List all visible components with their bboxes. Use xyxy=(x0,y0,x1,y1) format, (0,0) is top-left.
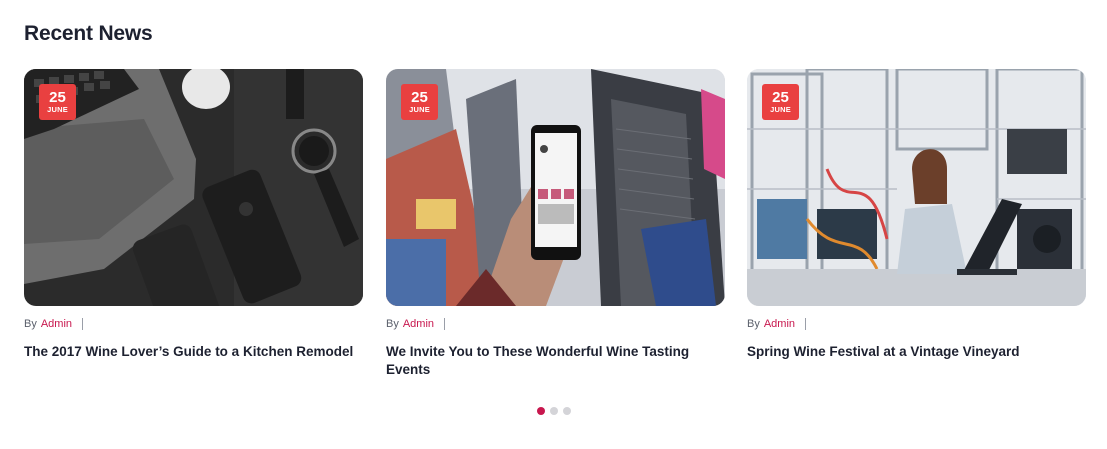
meta-divider xyxy=(444,318,446,330)
post-title-link[interactable]: We Invite You to These Wonderful Wine Ta… xyxy=(386,343,716,378)
date-badge: 25 JUNE xyxy=(401,84,438,120)
pagination-dot-2[interactable] xyxy=(550,407,558,415)
date-day: 25 xyxy=(772,88,789,106)
date-month: JUNE xyxy=(47,104,68,114)
date-badge: 25 JUNE xyxy=(762,84,799,120)
news-image-phone-city[interactable]: 25 JUNE xyxy=(386,69,725,306)
post-title-link[interactable]: Spring Wine Festival at a Vintage Vineya… xyxy=(747,343,1077,361)
post-meta: By Admin xyxy=(747,317,1086,331)
news-image-lab[interactable]: 25 JUNE xyxy=(747,69,1086,306)
meta-divider xyxy=(82,318,84,330)
by-label: By xyxy=(386,318,399,330)
date-badge: 25 JUNE xyxy=(39,84,76,120)
author-link[interactable]: Admin xyxy=(41,318,72,330)
section-title: Recent News xyxy=(24,22,153,45)
news-card: 25 JUNE By Admin Spring Wine Festival at… xyxy=(747,69,1086,361)
author-link[interactable]: Admin xyxy=(403,318,434,330)
pagination-dot-1[interactable] xyxy=(537,407,545,415)
date-day: 25 xyxy=(49,88,66,106)
pagination-dot-3[interactable] xyxy=(563,407,571,415)
by-label: By xyxy=(747,318,760,330)
date-month: JUNE xyxy=(409,104,430,114)
post-meta: By Admin xyxy=(386,317,725,331)
by-label: By xyxy=(24,318,37,330)
carousel-pagination xyxy=(537,407,571,415)
news-image-laptop[interactable]: 25 JUNE xyxy=(24,69,363,306)
date-month: JUNE xyxy=(770,104,791,114)
author-link[interactable]: Admin xyxy=(764,318,795,330)
date-day: 25 xyxy=(411,88,428,106)
news-card: 25 JUNE By Admin The 2017 Wine Lover’s G… xyxy=(24,69,363,361)
news-card: 25 JUNE By Admin We Invite You to These … xyxy=(386,69,725,378)
post-title-link[interactable]: The 2017 Wine Lover’s Guide to a Kitchen… xyxy=(24,343,354,361)
recent-news-section: Recent News 25 JUNE By Admin The 2017 Wi… xyxy=(0,0,1107,449)
post-meta: By Admin xyxy=(24,317,363,331)
meta-divider xyxy=(805,318,807,330)
